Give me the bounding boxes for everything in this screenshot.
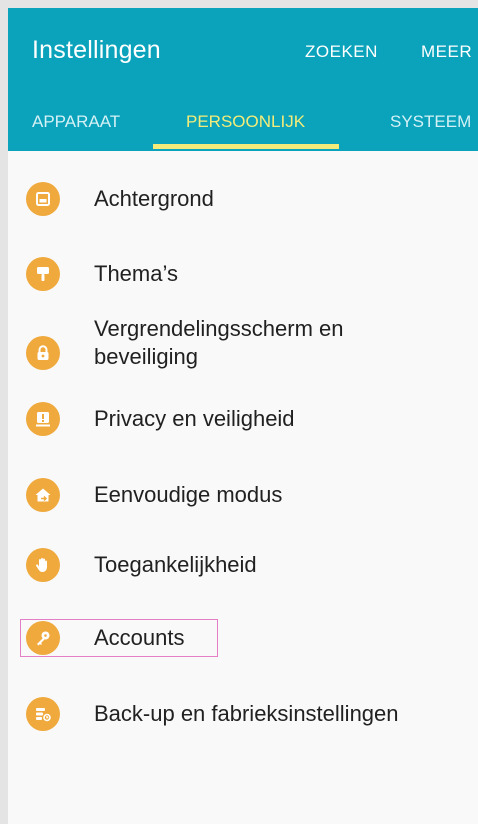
more-button[interactable]: MEER [421,42,472,62]
tab-systeem[interactable]: SYSTEEM [390,112,471,132]
setting-label: Back-up en fabrieksinstellingen [94,701,399,726]
paint-roller-icon [26,257,60,291]
setting-accessibility[interactable]: Toegankelijkheid [8,538,478,592]
page-title: Instellingen [32,36,161,64]
setting-lockscreen-security[interactable]: Vergrendelingsscherm en beveiliging [8,309,478,383]
setting-label-line1: Vergrendelingsscherm en [94,316,344,341]
active-tab-indicator [153,144,339,149]
setting-backup-reset[interactable]: Back-up en fabrieksinstellingen [8,687,478,741]
easy-mode-home-icon [26,478,60,512]
setting-themes[interactable]: Thema’s [8,247,478,301]
setting-label: Eenvoudige modus [94,482,283,507]
setting-easy-mode[interactable]: Eenvoudige modus [8,468,478,522]
setting-label: Achtergrond [94,186,214,211]
wallpaper-icon [26,182,60,216]
backup-restore-icon [26,697,60,731]
lock-icon [26,336,60,370]
setting-wallpaper[interactable]: Achtergrond [8,172,478,226]
tab-persoonlijk[interactable]: PERSOONLIJK [186,112,305,132]
accounts-highlight-box [20,619,218,657]
privacy-alert-icon [26,402,60,436]
setting-label: Thema’s [94,261,178,286]
app-bar: Instellingen ZOEKEN MEER APPARAAT PERSOO… [8,8,478,151]
settings-screen: Instellingen ZOEKEN MEER APPARAAT PERSOO… [8,8,478,824]
setting-label: Privacy en veiligheid [94,406,295,431]
hand-icon [26,548,60,582]
setting-label-line2: beveiliging [94,344,198,369]
setting-privacy[interactable]: Privacy en veiligheid [8,392,478,446]
search-button[interactable]: ZOEKEN [305,42,378,62]
tab-apparaat[interactable]: APPARAAT [32,112,120,132]
setting-label: Toegankelijkheid [94,552,257,577]
